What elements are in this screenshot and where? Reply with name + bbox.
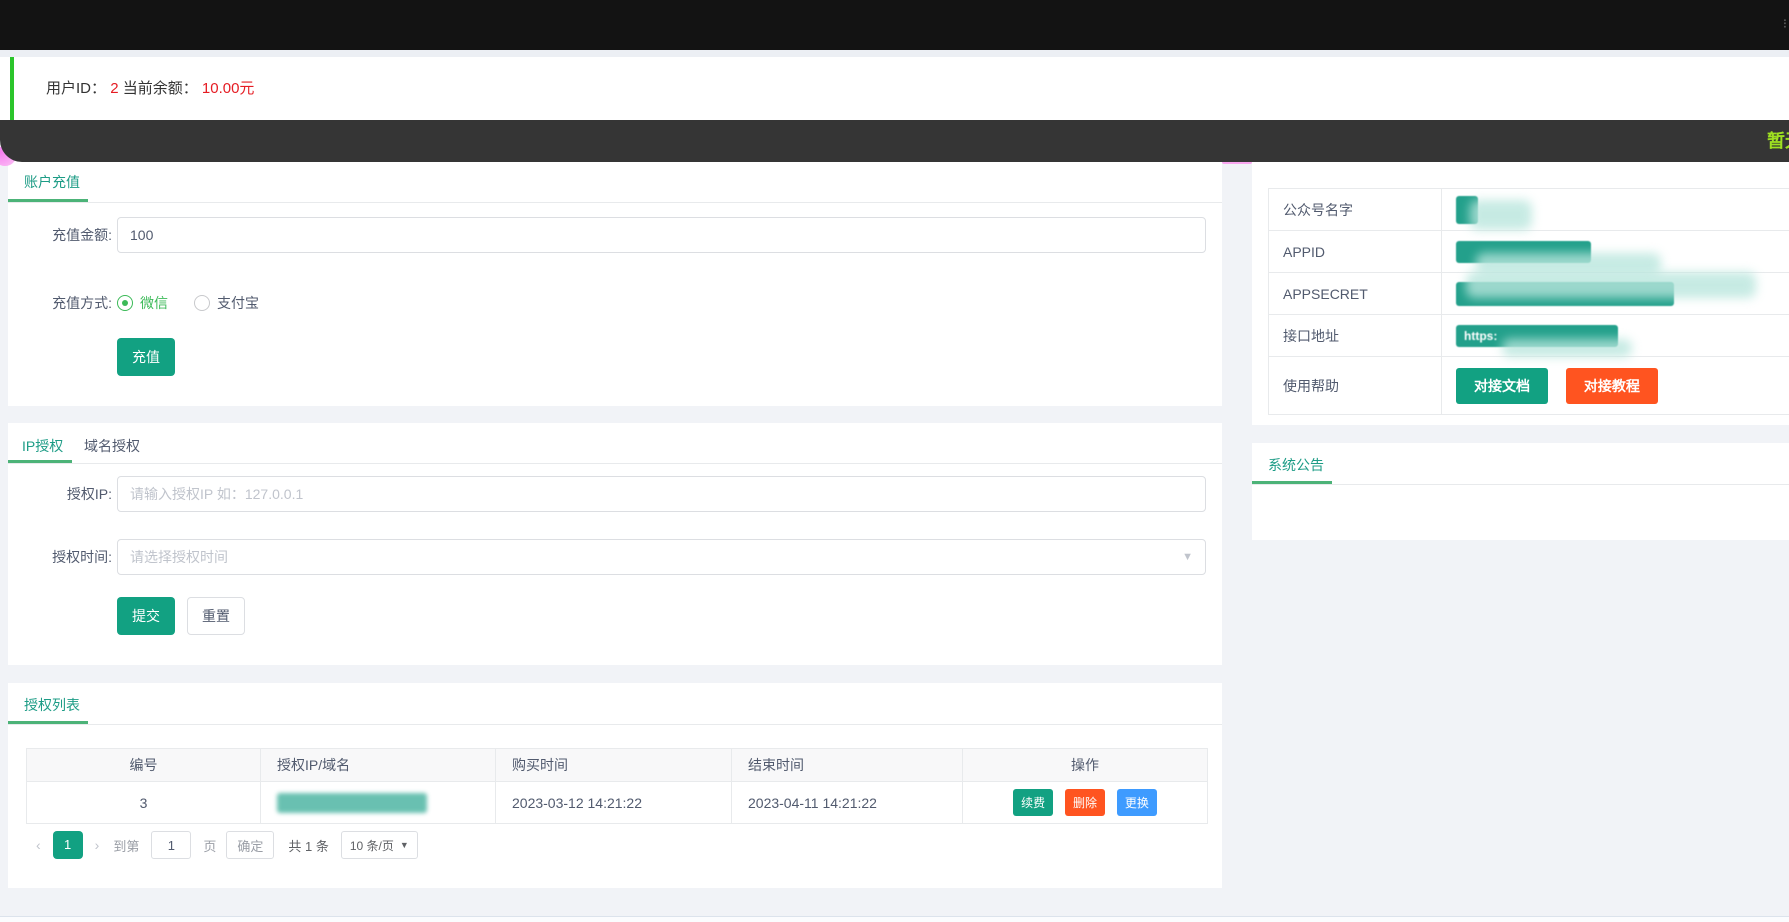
page-1-button[interactable]: 1 [52, 831, 83, 859]
method-radio-group: 微信 支付宝 [117, 285, 259, 321]
announcement-marquee: 暂无 [1767, 131, 1789, 151]
announcement-card: 系统公告 [1252, 443, 1789, 540]
value-appsecret [1441, 271, 1789, 315]
renew-button[interactable]: 续费 [1013, 789, 1054, 816]
amount-label: 充值金额: [52, 227, 112, 243]
col-ip-domain: 授权IP/域名 [260, 748, 496, 782]
pagination: ‹ 1 › 到第 页 确定 共 1 条 10 条/页 ▼ [26, 829, 418, 861]
value-account-name [1441, 188, 1789, 231]
next-page-icon[interactable]: › [85, 837, 110, 853]
goto-page-input[interactable] [151, 831, 192, 859]
wechat-radio[interactable] [117, 295, 133, 311]
tab-domain-auth[interactable]: 域名授权 [84, 436, 140, 456]
alipay-radio-label[interactable]: 支付宝 [217, 293, 259, 313]
divider [8, 724, 1222, 725]
ip-auth-card: IP授权 域名授权 授权IP: 授权时间: 请选择授权时间 ▼ 提交 重置 [8, 423, 1222, 665]
amount-input[interactable] [117, 217, 1206, 253]
value-appid [1441, 230, 1789, 275]
info-row-api: 接口地址 https: [1268, 314, 1789, 357]
chevron-down-icon: ▼ [399, 840, 409, 850]
balance-value: 10.00元 [201, 80, 255, 97]
alipay-radio[interactable] [194, 295, 210, 311]
auth-time-placeholder: 请选择授权时间 [130, 549, 228, 565]
user-id-label: 用户ID： [46, 80, 107, 97]
cell-id: 3 [26, 781, 261, 824]
label-api-address: 接口地址 [1268, 314, 1442, 357]
cell-ip-domain [260, 781, 496, 824]
info-row-appid: APPID [1268, 230, 1789, 275]
total-count-label: 共 1 条 [288, 838, 329, 854]
cell-end-time: 2023-04-11 14:21:22 [731, 781, 963, 824]
wechat-radio-label[interactable]: 微信 [140, 293, 168, 313]
user-info-bar: 用户ID： 2 当前余额： 10.00元 [0, 57, 1789, 120]
col-buy-time: 购买时间 [495, 748, 732, 782]
goto-label: 到第 [113, 838, 140, 854]
redaction-wash [1466, 271, 1756, 298]
auth-table: 编号 授权IP/域名 购买时间 结束时间 操作 3 2023-03-12 14:… [26, 748, 1208, 824]
auth-time-label: 授权时间: [52, 549, 112, 565]
screen: ⁝ 用户ID： 2 当前余额： 10.00元 暂无 账户充值 充值金额: 充值方… [0, 0, 1789, 922]
info-row-help: 使用帮助 对接文档 对接教程 [1268, 356, 1789, 415]
chevron-down-icon: ▼ [1182, 551, 1193, 563]
auth-ip-label: 授权IP: [66, 486, 112, 502]
auth-submit-button[interactable]: 提交 [117, 597, 175, 635]
col-end-time: 结束时间 [731, 748, 963, 782]
auth-table-header-row: 编号 授权IP/域名 购买时间 结束时间 操作 [26, 748, 1208, 782]
info-row-appsecret: APPSECRET [1268, 271, 1789, 315]
label-account-name: 公众号名字 [1268, 188, 1442, 231]
tab-ip-auth[interactable]: IP授权 [22, 436, 63, 456]
method-label: 充值方式: [52, 295, 112, 311]
redaction-wash [1470, 199, 1532, 230]
page-size-value: 10 条/页 [349, 838, 394, 853]
label-appsecret: APPSECRET [1268, 272, 1442, 315]
docs-button[interactable]: 对接文档 [1456, 367, 1548, 404]
tutorial-button[interactable]: 对接教程 [1565, 367, 1658, 404]
value-help: 对接文档 对接教程 [1441, 356, 1789, 415]
cell-actions: 续费 删除 更换 [962, 781, 1208, 824]
bottom-strip [0, 916, 1789, 922]
replace-button[interactable]: 更换 [1116, 789, 1157, 816]
table-row: 3 2023-03-12 14:21:22 2023-04-11 14:21:2… [26, 781, 1208, 824]
redacted-ip-value [277, 792, 427, 813]
auth-list-title: 授权列表 [24, 697, 80, 713]
topbar-corner-icon[interactable]: ⁝ [1783, 16, 1787, 32]
label-help: 使用帮助 [1268, 356, 1442, 415]
auth-time-select[interactable]: 请选择授权时间 ▼ [117, 539, 1206, 575]
user-id-value: 2 [110, 80, 119, 97]
value-api-address: https: [1441, 314, 1789, 357]
goto-confirm-button[interactable]: 确定 [226, 831, 275, 859]
account-info-table: 公众号名字 APPID APPSECRET 接口地址 https: 使用帮助 对… [1268, 188, 1789, 415]
recharge-submit-button[interactable]: 充值 [117, 338, 175, 376]
balance-label: 当前余额： [122, 80, 198, 97]
cell-buy-time: 2023-03-12 14:21:22 [495, 781, 732, 824]
col-id: 编号 [26, 748, 261, 782]
green-accent-bar [10, 57, 14, 120]
col-actions: 操作 [962, 748, 1208, 782]
info-row-name: 公众号名字 [1268, 188, 1789, 231]
recharge-card-title: 账户充值 [24, 174, 80, 190]
auth-list-card: 授权列表 编号 授权IP/域名 购买时间 结束时间 操作 3 2023-03-1… [8, 683, 1222, 888]
divider [8, 202, 1222, 203]
announcement-title: 系统公告 [1268, 457, 1324, 473]
label-appid: APPID [1268, 230, 1442, 273]
prev-page-icon[interactable]: ‹ [26, 837, 51, 853]
delete-button[interactable]: 删除 [1064, 789, 1105, 816]
api-url-prefix: https: [1464, 328, 1498, 343]
userbar-gap [0, 50, 1789, 57]
top-black-bar: ⁝ [0, 0, 1789, 50]
auth-ip-input[interactable] [117, 476, 1206, 512]
redaction-wash [1502, 338, 1632, 357]
page-size-select[interactable]: 10 条/页 ▼ [340, 831, 418, 859]
page-unit-label: 页 [203, 838, 217, 854]
divider [1252, 484, 1789, 485]
user-info-text: 用户ID： 2 当前余额： 10.00元 [46, 57, 254, 120]
divider [8, 463, 1222, 464]
account-info-card: 公众号名字 APPID APPSECRET 接口地址 https: 使用帮助 对… [1252, 160, 1789, 425]
nav-bar: 暂无 [0, 120, 1789, 162]
auth-reset-button[interactable]: 重置 [187, 597, 245, 635]
recharge-card: 账户充值 充值金额: 充值方式: 微信 支付宝 充值 [8, 160, 1222, 406]
